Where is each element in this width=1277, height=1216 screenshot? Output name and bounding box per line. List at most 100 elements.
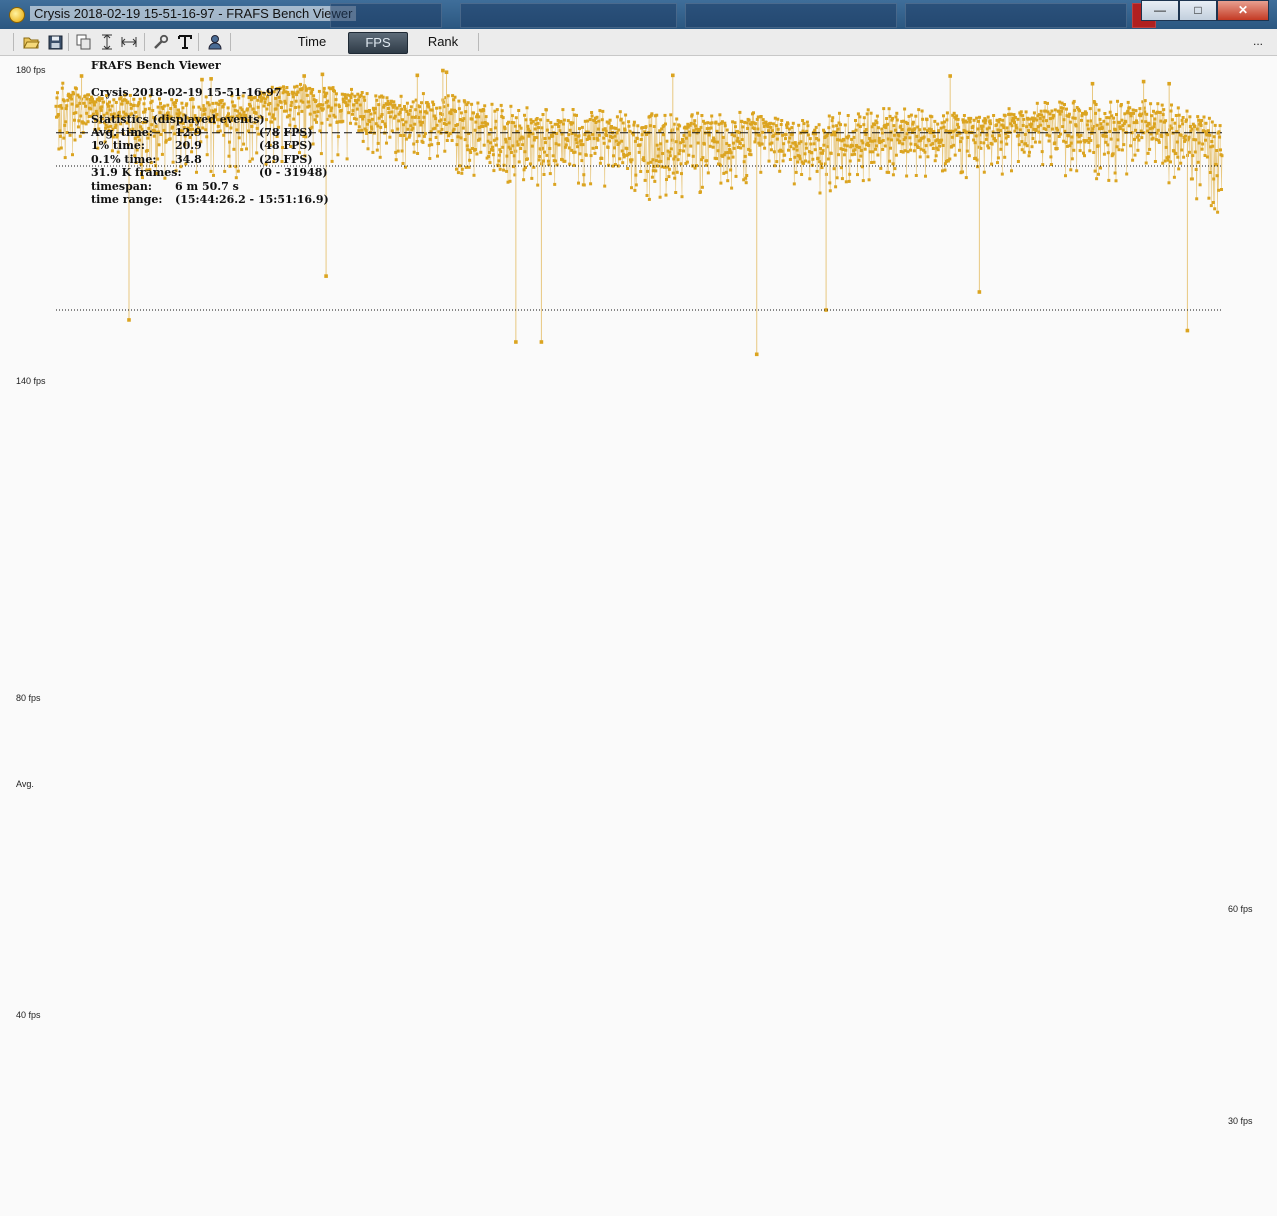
fps-point — [818, 191, 822, 195]
fps-point — [1032, 111, 1036, 115]
fps-point — [1053, 108, 1057, 112]
open-folder-icon[interactable] — [22, 33, 40, 51]
fps-point — [1099, 166, 1102, 170]
fps-point — [542, 173, 546, 176]
fps-point — [308, 112, 312, 116]
fps-point — [856, 112, 860, 116]
fps-point — [427, 105, 431, 109]
fps-point — [1027, 129, 1031, 133]
fps-point — [1114, 179, 1118, 183]
fps-point — [955, 114, 959, 118]
fps-point — [975, 116, 979, 120]
fps-point — [510, 114, 514, 118]
fps-point — [646, 161, 650, 165]
fps-point — [863, 147, 867, 151]
fps-point — [1057, 109, 1061, 113]
fps-point — [356, 98, 360, 102]
fps-point — [776, 127, 780, 131]
fps-point — [553, 182, 557, 186]
fps-point — [1190, 177, 1194, 181]
fps-point — [329, 109, 333, 113]
settings-wrench-icon[interactable] — [152, 33, 170, 51]
fps-point — [415, 140, 419, 143]
window-titlebar[interactable]: Crysis 2018-02-19 15-51-16-97 - FRAFS Be… — [0, 0, 1277, 30]
fps-point — [330, 159, 334, 163]
fps-point — [836, 127, 840, 131]
user-icon[interactable] — [206, 33, 224, 51]
fps-point — [608, 118, 612, 122]
fps-point — [967, 154, 971, 158]
fps-point — [661, 152, 665, 155]
fps-point — [469, 151, 473, 154]
fps-point — [267, 112, 271, 116]
fps-point — [822, 143, 826, 147]
fps-point — [288, 108, 292, 112]
fps-point — [192, 105, 195, 109]
fps-point — [574, 138, 578, 141]
fps-point — [488, 151, 491, 154]
fps-point — [313, 110, 317, 114]
fps-point — [638, 143, 642, 147]
y-tick-140: 140 fps — [16, 376, 46, 386]
fps-point — [582, 183, 586, 187]
close-button[interactable]: ✕ — [1217, 0, 1269, 21]
fps-point — [1074, 124, 1078, 128]
tab-fps[interactable]: FPS — [348, 32, 408, 54]
fps-point — [1061, 125, 1065, 129]
fps-point — [1173, 121, 1177, 125]
fps-point — [875, 114, 879, 118]
fps-point — [699, 125, 703, 129]
fps-point — [859, 149, 863, 152]
tab-rank[interactable]: Rank — [412, 32, 474, 52]
fps-point — [162, 128, 166, 132]
fps-point — [1118, 127, 1122, 131]
fps-point — [757, 133, 761, 137]
fps-point — [972, 138, 976, 142]
fps-point — [1166, 133, 1170, 137]
fps-point — [395, 106, 399, 110]
fps-point — [847, 134, 851, 138]
fps-point — [1020, 140, 1024, 144]
fps-point — [934, 154, 938, 158]
fps-point — [1179, 161, 1183, 165]
fps-point — [869, 111, 873, 115]
y-tick-180: 180 fps — [16, 65, 46, 75]
fps-point — [921, 117, 925, 121]
text-icon[interactable] — [176, 33, 194, 51]
fps-point — [494, 143, 498, 147]
fps-point — [781, 159, 785, 163]
maximize-button[interactable]: □ — [1179, 0, 1217, 21]
fit-horizontal-icon[interactable] — [120, 33, 138, 51]
fps-point — [1175, 140, 1179, 144]
fps-point — [537, 158, 541, 162]
fps-point — [345, 157, 349, 161]
fps-point — [729, 151, 733, 155]
copy-icon[interactable] — [75, 33, 93, 51]
fps-point — [1029, 125, 1033, 129]
save-icon[interactable] — [46, 33, 64, 51]
fps-point — [1050, 127, 1054, 131]
fps-point — [903, 149, 907, 153]
fps-point — [1205, 155, 1209, 159]
fps-point — [830, 133, 834, 137]
fps-point — [900, 128, 904, 131]
fps-point — [68, 133, 72, 137]
fps-point — [358, 103, 362, 107]
fps-point — [763, 135, 767, 139]
fps-point — [880, 127, 884, 131]
toolbar-overflow-button[interactable]: ... — [1253, 34, 1263, 48]
tab-time[interactable]: Time — [282, 32, 342, 52]
fps-point — [688, 133, 692, 137]
fps-point — [636, 124, 640, 128]
fps-point — [457, 99, 461, 103]
fps-point — [862, 123, 866, 127]
fps-point — [918, 128, 922, 132]
fps-chart[interactable]: 180 fps 140 fps 80 fps Avg. 60 fps 40 fp… — [0, 56, 1277, 1216]
minimize-button[interactable]: — — [1141, 0, 1179, 21]
fps-point — [347, 111, 351, 115]
fit-vertical-icon[interactable] — [98, 33, 116, 51]
fps-point — [909, 148, 912, 152]
fps-point — [406, 127, 410, 131]
fps-point — [973, 141, 977, 145]
fps-point — [1006, 135, 1010, 138]
